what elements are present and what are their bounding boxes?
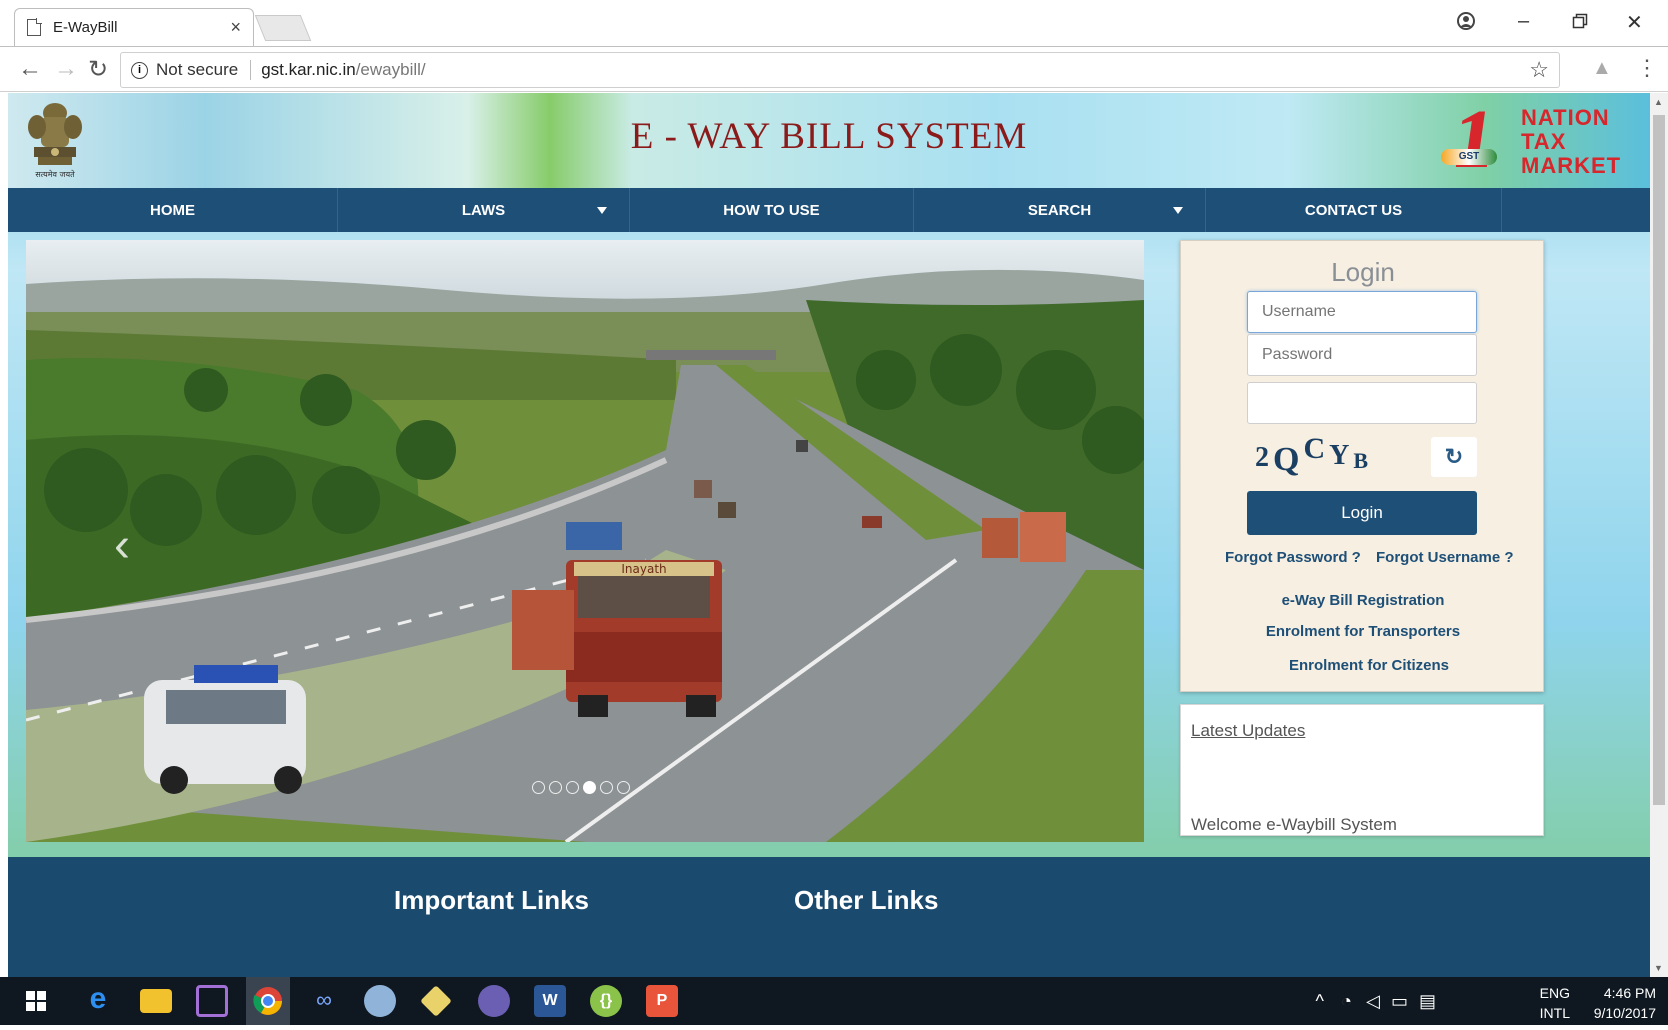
main-navigation: HOME LAWS HOW TO USE SEARCH CONTACT US	[8, 188, 1650, 232]
tray-chevron-icon[interactable]: ^	[1316, 991, 1324, 1012]
close-window-icon[interactable]: ✕	[1626, 10, 1643, 35]
captcha-refresh-icon[interactable]: ↻	[1431, 437, 1477, 477]
forward-icon[interactable]: →	[54, 55, 78, 83]
carousel-indicators	[532, 781, 630, 794]
password-input[interactable]	[1247, 334, 1477, 376]
important-links-heading: Important Links	[394, 885, 590, 915]
restore-icon[interactable]	[1572, 12, 1588, 35]
extension-icon[interactable]: ▲	[1592, 57, 1612, 80]
login-button[interactable]: Login	[1247, 491, 1477, 535]
notification-icon[interactable]: ▤	[1419, 991, 1436, 1012]
forgot-password-link[interactable]: Forgot Password ?	[1225, 549, 1361, 566]
eclipse-icon[interactable]	[478, 985, 510, 1017]
word-icon[interactable]: W	[534, 985, 566, 1017]
bookmark-star-icon[interactable]: ☆	[1529, 57, 1549, 83]
url-host: gst.kar.nic.in	[261, 60, 356, 79]
info-icon[interactable]: i	[131, 61, 148, 79]
captcha-char: Y	[1329, 440, 1354, 471]
latest-updates-link[interactable]: Latest Updates	[1191, 721, 1305, 741]
profile-icon[interactable]	[1456, 10, 1476, 38]
login-panel: Login 2QCYB ↻ Login Forgot Password ? Fo…	[1180, 240, 1544, 692]
windows-start-icon[interactable]	[26, 991, 46, 1011]
url-path: /ewaybill/	[355, 60, 426, 79]
carousel-dot[interactable]	[583, 781, 596, 794]
tab-title: E-WayBill	[53, 19, 118, 36]
nation-tax-market-logo: 1 GST NATION TAX MARKET	[1441, 93, 1643, 186]
powerpoint-icon[interactable]: P	[646, 985, 678, 1017]
captcha-input[interactable]	[1247, 382, 1477, 424]
system-tray: ^ ◔ ◁ ▭ ▤ ENG INTL 4:46 PM 9/10/2017	[1288, 977, 1668, 1025]
username-input[interactable]	[1247, 291, 1477, 333]
tools-icon[interactable]	[420, 985, 452, 1017]
edge-browser-icon[interactable]: e	[82, 984, 114, 1017]
system-clock[interactable]: 4:46 PM 9/10/2017	[1594, 983, 1656, 1023]
captcha-char: C	[1303, 432, 1330, 465]
svg-text:Inayath: Inayath	[621, 562, 666, 576]
nav-home[interactable]: HOME	[8, 188, 338, 232]
captcha-char: Q	[1273, 441, 1304, 478]
minimize-icon[interactable]: –	[1518, 10, 1529, 33]
captcha-image: 2QCYB	[1255, 432, 1373, 478]
captcha-char: 2	[1255, 442, 1273, 473]
scroll-up-icon[interactable]: ▲	[1654, 97, 1663, 107]
wifi-icon[interactable]: ◔	[1341, 991, 1352, 1012]
forgot-username-link[interactable]: Forgot Username ?	[1376, 549, 1514, 566]
menu-kebab-icon[interactable]: ⋮	[1636, 55, 1658, 81]
scroll-thumb[interactable]	[1653, 115, 1665, 805]
carousel-dot[interactable]	[532, 781, 545, 794]
site-header: सत्यमेव जयते E - WAY BILL SYSTEM 1 GST N…	[8, 93, 1650, 188]
nav-how-to-use[interactable]: HOW TO USE	[630, 188, 914, 232]
svg-text:सत्यमेव जयते: सत्यमेव जयते	[35, 169, 75, 179]
enrolment-transporters-link[interactable]: Enrolment for Transporters	[1181, 623, 1545, 640]
security-label: Not secure	[156, 60, 252, 80]
scroll-down-icon[interactable]: ▼	[1654, 963, 1663, 973]
back-icon[interactable]: ←	[18, 55, 42, 83]
carousel-dot[interactable]	[549, 781, 562, 794]
page-scrollbar[interactable]: ▲ ▼	[1650, 93, 1668, 977]
infinity-app-icon[interactable]: ∞	[308, 985, 340, 1017]
browser-tab-strip: E-WayBill × – ✕	[0, 0, 1668, 46]
enrolment-citizens-link[interactable]: Enrolment for Citizens	[1187, 657, 1551, 674]
carousel-dot[interactable]	[566, 781, 579, 794]
carousel-prev-icon[interactable]: ‹	[114, 518, 130, 573]
chrome-icon	[253, 987, 282, 1015]
image-carousel[interactable]: Inayath ‹	[26, 240, 1144, 842]
carousel-dot[interactable]	[600, 781, 613, 794]
page-title: E - WAY BILL SYSTEM	[630, 116, 1028, 157]
browser-tab[interactable]: E-WayBill ×	[14, 8, 254, 46]
tab-close-icon[interactable]: ×	[230, 17, 241, 38]
dropdown-caret-icon	[597, 207, 607, 214]
new-tab-button[interactable]	[254, 15, 312, 41]
footer: Important Links Other Links	[8, 857, 1650, 977]
carousel-dot[interactable]	[617, 781, 630, 794]
json-tool-icon[interactable]: {}	[590, 985, 622, 1017]
battery-icon[interactable]: ▭	[1391, 991, 1408, 1012]
web-page: सत्यमेव जयते E - WAY BILL SYSTEM 1 GST N…	[8, 93, 1650, 977]
file-explorer-icon[interactable]	[140, 989, 172, 1013]
updates-ticker: Welcome e-Waybill System	[1191, 815, 1397, 834]
document-icon	[27, 18, 42, 36]
eway-bill-registration-link[interactable]: e-Way Bill Registration	[1181, 592, 1545, 609]
url-input[interactable]: i Not secure gst.kar.nic.in /ewaybill/ ☆	[120, 52, 1560, 88]
reload-icon[interactable]: ↻	[88, 55, 108, 84]
latest-updates-panel: Latest Updates Welcome e-Waybill System	[1180, 704, 1544, 836]
nav-contact-us[interactable]: CONTACT US	[1206, 188, 1502, 232]
dropdown-caret-icon	[1173, 207, 1183, 214]
other-links-heading: Other Links	[794, 885, 939, 915]
nav-laws[interactable]: LAWS	[338, 188, 630, 232]
chrome-taskbar-slot[interactable]	[246, 977, 290, 1025]
highway-trucks-photo: Inayath	[26, 240, 1144, 842]
input-language[interactable]: ENG INTL	[1540, 983, 1570, 1023]
windows-taskbar: e ∞ W {} P ^ ◔ ◁ ▭ ▤ ENG INTL 4:46 PM 9/10…	[0, 977, 1668, 1025]
nav-search[interactable]: SEARCH	[914, 188, 1206, 232]
captcha-char: B	[1353, 448, 1373, 473]
visual-studio-icon[interactable]	[196, 985, 228, 1017]
volume-icon[interactable]: ◁	[1366, 991, 1380, 1012]
address-bar: ← → ↻ i Not secure gst.kar.nic.in /ewayb…	[0, 46, 1668, 92]
postgresql-icon[interactable]	[364, 985, 396, 1017]
login-heading: Login	[1331, 257, 1395, 287]
